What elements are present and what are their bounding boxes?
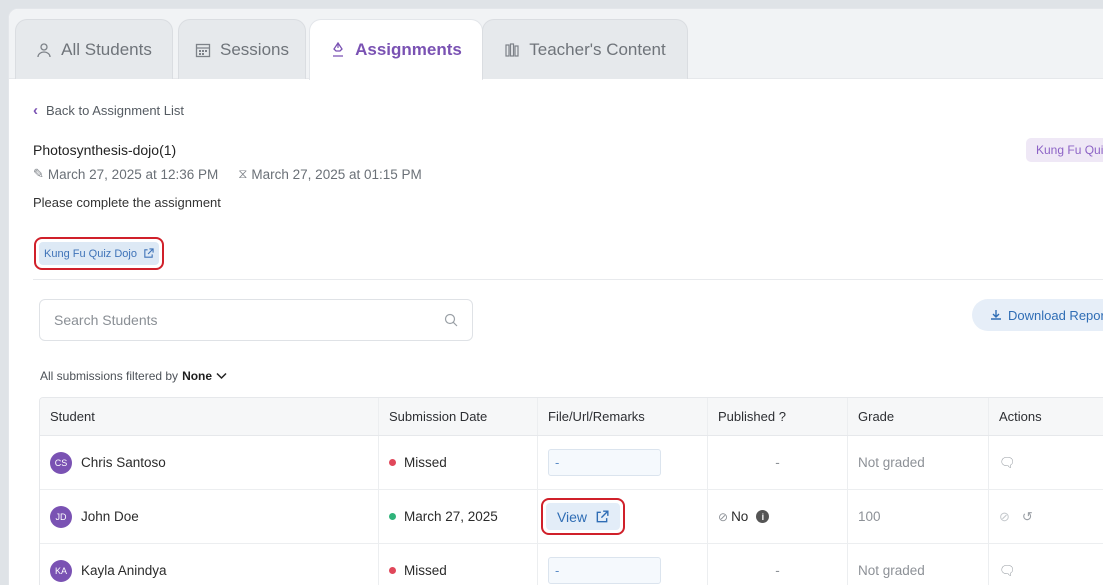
actions-cell: 🗨 (989, 544, 1103, 585)
remarks-field[interactable]: - (548, 557, 661, 584)
avatar: JD (50, 505, 72, 528)
header-actions: Actions (999, 409, 1042, 424)
published-cell: ⊘ No i (708, 490, 848, 543)
search-field[interactable] (39, 299, 473, 341)
submission-date-cell: March 27, 2025 (379, 490, 538, 543)
submission-date-cell: Missed (379, 544, 538, 585)
view-submission-button[interactable]: View (546, 503, 620, 530)
start-date: March 27, 2025 at 12:36 PM (47, 166, 219, 182)
grade-cell: Not graded (848, 544, 989, 585)
submission-date-cell: Missed (379, 436, 538, 489)
avatar: CS (50, 451, 72, 474)
header-student: Student (40, 398, 379, 435)
comment-icon[interactable]: 🗨 (999, 455, 1016, 471)
hourglass-icon: ⧖ (238, 166, 248, 181)
due-date: March 27, 2025 at 01:15 PM (251, 166, 422, 182)
header-grade: Grade (848, 398, 989, 435)
publish-icon[interactable]: ⊘ (999, 509, 1010, 525)
view-label: View (556, 508, 588, 525)
published-value: No (731, 509, 749, 524)
tab-label: Teacher's Content (529, 39, 666, 59)
avatar: KA (50, 559, 72, 582)
back-label: Back to Assignment List (46, 103, 185, 118)
download-icon (991, 310, 1001, 320)
edit-calendar-icon: ✎ (33, 166, 44, 181)
students-icon (37, 42, 51, 57)
student-name: John Doe (81, 509, 139, 524)
actions-cell: 🗨 (989, 436, 1103, 489)
actions-cell: ⊘ ↺ (989, 490, 1103, 543)
submission-status: Missed (404, 455, 447, 470)
dojo-link-highlight: Kung Fu Quiz Dojo (34, 237, 164, 270)
library-icon (505, 42, 519, 57)
chevron-down-icon (216, 372, 227, 380)
header-remarks: File/Url/Remarks (538, 398, 708, 435)
remarks-field[interactable]: - (548, 449, 661, 476)
tab-bar: All Students Sessions Assignments Teache… (9, 9, 1103, 80)
chevron-left-icon: ‹ (33, 102, 38, 119)
tab-teachers-content[interactable]: Teacher's Content (482, 19, 688, 79)
back-to-list-link[interactable]: ‹ Back to Assignment List (33, 102, 184, 119)
assignment-dates: ✎ March 27, 2025 at 12:36 PM ⧖ March 27,… (33, 166, 422, 182)
student-cell: KA Kayla Anindya (40, 544, 379, 585)
dojo-link-label: Kung Fu Quiz Dojo (44, 247, 137, 260)
filter-prefix: All submissions filtered by (40, 369, 179, 383)
info-icon[interactable]: i (756, 510, 770, 523)
table-header: Student Submission Date File/Url/Remarks… (40, 398, 1103, 436)
tab-sessions[interactable]: Sessions (178, 19, 306, 79)
status-dot (389, 567, 396, 574)
tab-all-students[interactable]: All Students (15, 19, 173, 79)
student-cell: CS Chris Santoso (40, 436, 379, 489)
table-row: JD John Doe March 27, 2025 View ⊘ No i 1… (40, 490, 1103, 544)
search-input[interactable] (54, 312, 374, 328)
status-dot (389, 513, 396, 520)
assignment-type-tag: Kung Fu Quiz (1026, 138, 1103, 162)
submission-status: March 27, 2025 (404, 509, 498, 524)
section-divider (33, 279, 1103, 280)
history-icon[interactable]: ↺ (1022, 509, 1033, 525)
search-icon[interactable] (444, 313, 458, 327)
header-submission-date: Submission Date (379, 398, 538, 435)
unpublished-icon: ⊘ (718, 509, 729, 524)
header-published: Published ? (708, 398, 848, 435)
status-dot (389, 459, 396, 466)
published-cell: - (708, 436, 848, 489)
tab-label: Sessions (220, 39, 289, 59)
download-label: Download Report (1008, 307, 1103, 323)
submission-filter[interactable]: All submissions filtered by None (40, 369, 227, 383)
dojo-link-button[interactable]: Kung Fu Quiz Dojo (39, 242, 159, 265)
submission-status: Missed (404, 563, 447, 578)
published-cell: - (708, 544, 848, 585)
submissions-table: Student Submission Date File/Url/Remarks… (39, 397, 1103, 585)
student-name: Chris Santoso (81, 455, 166, 470)
table-row: CS Chris Santoso Missed - - Not graded 🗨 (40, 436, 1103, 490)
comment-icon[interactable]: 🗨 (999, 563, 1016, 579)
remarks-cell: View (538, 490, 708, 543)
tab-label: All Students (61, 39, 152, 59)
tab-assignments[interactable]: Assignments (309, 19, 483, 80)
student-cell: JD John Doe (40, 490, 379, 543)
grade-cell: 100 (848, 490, 989, 543)
grade-cell: Not graded (848, 436, 989, 489)
tab-label: Assignments (355, 40, 462, 59)
table-row: KA Kayla Anindya Missed - - Not graded 🗨 (40, 544, 1103, 585)
download-report-button[interactable]: Download Report (972, 299, 1103, 331)
student-name: Kayla Anindya (81, 563, 167, 578)
remarks-cell: - (538, 436, 708, 489)
remarks-cell: - (538, 544, 708, 585)
assignment-description: Please complete the assignment (33, 195, 221, 210)
external-link-icon (596, 509, 609, 522)
assignment-title: Photosynthesis-dojo(1) (33, 142, 177, 158)
calendar-icon (195, 43, 211, 57)
view-highlight: View (541, 498, 625, 535)
filter-value: None (182, 369, 213, 383)
main-panel: All Students Sessions Assignments Teache… (8, 8, 1103, 585)
external-link-icon (144, 248, 154, 258)
pen-icon (333, 42, 344, 57)
